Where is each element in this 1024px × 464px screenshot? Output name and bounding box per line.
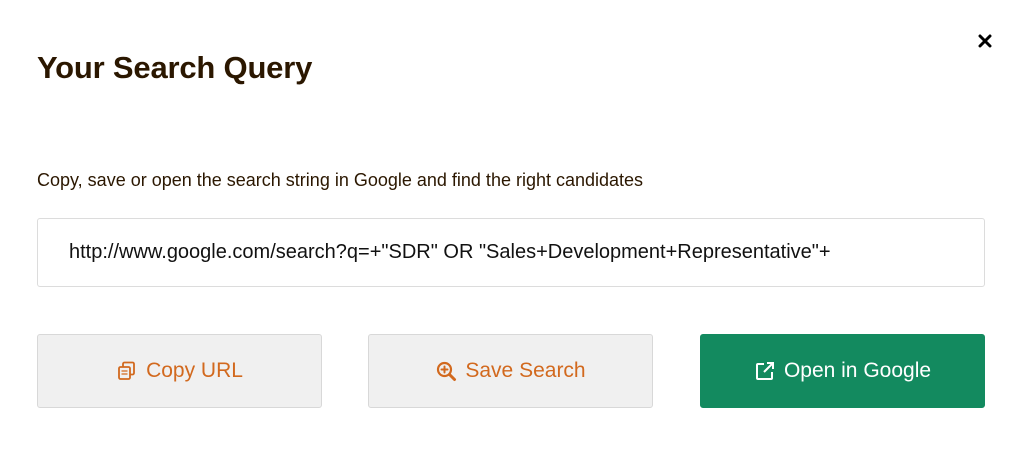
open-in-google-label: Open in Google — [783, 359, 932, 382]
close-button[interactable] — [974, 30, 996, 52]
search-plus-icon — [435, 360, 457, 382]
search-url-field[interactable] — [37, 218, 985, 287]
modal-subtitle: Copy, save or open the search string in … — [37, 170, 644, 190]
save-search-label: Save Search — [465, 359, 586, 382]
copy-icon — [116, 360, 138, 382]
copy-url-button[interactable]: Copy URL — [37, 334, 322, 408]
search-url-input[interactable] — [38, 219, 984, 286]
close-icon — [978, 34, 992, 48]
modal-title: Your Search Query — [37, 50, 313, 85]
save-search-button[interactable]: Save Search — [368, 334, 653, 408]
search-query-modal: Your Search Query Copy, save or open the… — [0, 0, 1024, 464]
open-in-google-button[interactable]: Open in Google — [700, 334, 985, 408]
copy-url-label: Copy URL — [146, 359, 243, 382]
external-link-icon — [754, 360, 776, 382]
